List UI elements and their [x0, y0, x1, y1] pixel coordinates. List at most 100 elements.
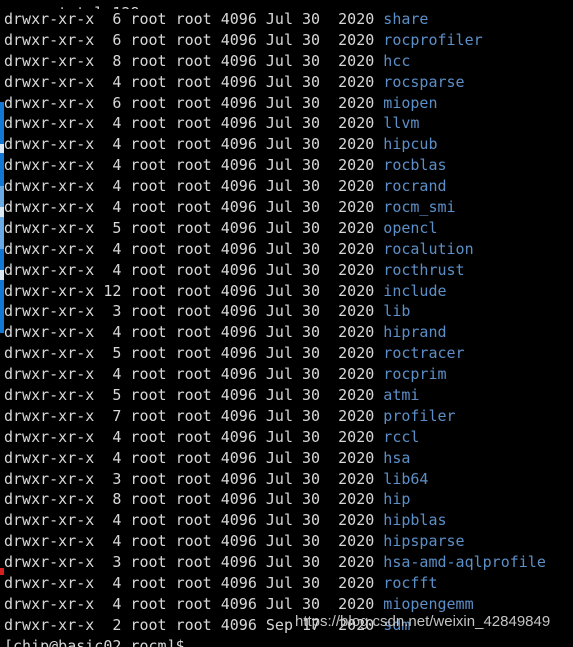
directory-name[interactable]: rocrand: [383, 177, 446, 195]
directory-name[interactable]: rccl: [383, 428, 419, 446]
file-list-row[interactable]: drwxr-xr-x 4 root root 4096 Jul 30 2020 …: [4, 260, 573, 281]
file-list-row[interactable]: drwxr-xr-x 4 root root 4096 Jul 30 2020 …: [4, 510, 573, 531]
file-metadata: drwxr-xr-x 3 root root 4096 Jul 30 2020: [4, 469, 384, 488]
shell-prompt-line[interactable]: [chip@basic02 rocm]$: [4, 636, 573, 647]
file-list-row[interactable]: drwxr-xr-x 8 root root 4096 Jul 30 2020 …: [4, 489, 573, 510]
gutter-mark[interactable]: [0, 102, 4, 123]
file-metadata: drwxr-xr-x 5 root root 4096 Jul 30 2020: [4, 218, 384, 237]
gutter-mark[interactable]: [0, 312, 4, 333]
file-metadata: drwxr-xr-x 6 root root 4096 Jul 30 2020: [4, 93, 384, 112]
terminal-output: total 128 drwxr-xr-x 6 root root 4096 Ju…: [4, 0, 573, 647]
file-list-row[interactable]: drwxr-xr-x 5 root root 4096 Jul 30 2020 …: [4, 218, 573, 239]
directory-name[interactable]: opencl: [383, 219, 437, 237]
directory-name[interactable]: hsa-amd-aqlprofile: [383, 553, 546, 571]
directory-name[interactable]: rocsparse: [383, 73, 464, 91]
file-list-row[interactable]: drwxr-xr-x 4 root root 4096 Jul 30 2020 …: [4, 364, 573, 385]
gutter-mark[interactable]: [0, 270, 4, 280]
directory-name[interactable]: rocblas: [383, 156, 446, 174]
file-list-row[interactable]: drwxr-xr-x 4 root root 4096 Jul 30 2020 …: [4, 239, 573, 260]
file-metadata: drwxr-xr-x 4 root root 4096 Jul 30 2020: [4, 427, 384, 446]
file-list-row[interactable]: drwxr-xr-x 4 root root 4096 Jul 30 2020 …: [4, 155, 573, 176]
file-list-row[interactable]: drwxr-xr-x 4 root root 4096 Jul 30 2020 …: [4, 322, 573, 343]
file-metadata: drwxr-xr-x 4 root root 4096 Jul 30 2020: [4, 448, 384, 467]
directory-name[interactable]: llvm: [383, 114, 419, 132]
file-list-row[interactable]: drwxr-xr-x 4 root root 4096 Jul 30 2020 …: [4, 134, 573, 155]
file-list-row[interactable]: drwxr-xr-x 4 root root 4096 Jul 30 2020 …: [4, 427, 573, 448]
file-list-row[interactable]: drwxr-xr-x 6 root root 4096 Jul 30 2020 …: [4, 9, 573, 30]
gutter-mark[interactable]: [0, 144, 4, 153]
file-metadata: drwxr-xr-x 4 root root 4096 Jul 30 2020: [4, 511, 384, 530]
file-list-row[interactable]: drwxr-xr-x 4 root root 4096 Jul 30 2020 …: [4, 594, 573, 615]
file-metadata: drwxr-xr-x 8 root root 4096 Jul 30 2020: [4, 490, 384, 509]
gutter-mark[interactable]: [0, 217, 4, 228]
file-metadata: drwxr-xr-x 4 root root 4096 Jul 30 2020: [4, 114, 384, 133]
gutter-mark[interactable]: [0, 123, 4, 144]
directory-name[interactable]: roctracer: [383, 344, 464, 362]
file-list-row[interactable]: drwxr-xr-x 12 root root 4096 Jul 30 2020…: [4, 281, 573, 302]
directory-name[interactable]: hipblas: [383, 511, 446, 529]
gutter-mark[interactable]: [0, 153, 4, 165]
directory-name[interactable]: share: [383, 10, 428, 28]
file-list-row[interactable]: drwxr-xr-x 4 root root 4096 Jul 30 2020 …: [4, 531, 573, 552]
file-list-row[interactable]: drwxr-xr-x 5 root root 4096 Jul 30 2020 …: [4, 385, 573, 406]
directory-name[interactable]: lib64: [383, 470, 428, 488]
directory-name[interactable]: miopengemm: [383, 595, 473, 613]
file-list-row[interactable]: drwxr-xr-x 3 root root 4096 Jul 30 2020 …: [4, 469, 573, 490]
directory-name[interactable]: hipsparse: [383, 532, 464, 550]
file-list-row[interactable]: drwxr-xr-x 4 root root 4096 Jul 30 2020 …: [4, 448, 573, 469]
file-list-row[interactable]: drwxr-xr-x 4 root root 4096 Jul 30 2020 …: [4, 573, 573, 594]
file-metadata: drwxr-xr-x 3 root root 4096 Jul 30 2020: [4, 302, 384, 321]
directory-name[interactable]: rocalution: [383, 240, 473, 258]
file-metadata: drwxr-xr-x 6 root root 4096 Jul 30 2020: [4, 30, 384, 49]
file-metadata: drwxr-xr-x 8 root root 4096 Jul 30 2020: [4, 51, 384, 70]
terminal-window[interactable]: total 128 drwxr-xr-x 6 root root 4096 Ju…: [0, 0, 573, 647]
file-metadata: drwxr-xr-x 5 root root 4096 Jul 30 2020: [4, 344, 384, 363]
gutter-mark[interactable]: [0, 291, 4, 312]
directory-name[interactable]: hcc: [383, 52, 410, 70]
gutter-mark[interactable]: [0, 186, 4, 207]
file-metadata: drwxr-xr-x 5 root root 4096 Jul 30 2020: [4, 386, 384, 405]
file-list-row[interactable]: drwxr-xr-x 4 root root 4096 Jul 30 2020 …: [4, 197, 573, 218]
gutter-mark[interactable]: [0, 207, 4, 217]
directory-name[interactable]: rocthrust: [383, 261, 464, 279]
directory-name[interactable]: hiprand: [383, 323, 446, 341]
gutter-mark[interactable]: [0, 280, 4, 291]
file-list-row[interactable]: drwxr-xr-x 4 root root 4096 Jul 30 2020 …: [4, 176, 573, 197]
directory-name[interactable]: miopen: [383, 94, 437, 112]
directory-name[interactable]: rocprofiler: [383, 31, 482, 49]
shell-prompt-text: [chip@basic02 rocm]$: [4, 636, 185, 647]
gutter-marker-strip[interactable]: [0, 0, 4, 647]
file-list-row[interactable]: drwxr-xr-x 6 root root 4096 Jul 30 2020 …: [4, 93, 573, 114]
file-metadata: drwxr-xr-x 4 root root 4096 Jul 30 2020: [4, 594, 384, 613]
gutter-mark[interactable]: [0, 249, 4, 270]
directory-name[interactable]: rocfft: [383, 574, 437, 592]
file-list-row[interactable]: drwxr-xr-x 8 root root 4096 Jul 30 2020 …: [4, 51, 573, 72]
file-metadata: drwxr-xr-x 3 root root 4096 Jul 30 2020: [4, 553, 384, 572]
gutter-mark[interactable]: [0, 568, 4, 575]
file-list-row[interactable]: drwxr-xr-x 3 root root 4096 Jul 30 2020 …: [4, 552, 573, 573]
directory-name[interactable]: lib: [383, 302, 410, 320]
file-metadata: drwxr-xr-x 4 root root 4096 Jul 30 2020: [4, 239, 384, 258]
gutter-mark[interactable]: [0, 165, 4, 186]
directory-name[interactable]: hipcub: [383, 135, 437, 153]
file-list-row[interactable]: drwxr-xr-x 6 root root 4096 Jul 30 2020 …: [4, 30, 573, 51]
directory-name[interactable]: include: [383, 282, 446, 300]
directory-name[interactable]: rocprim: [383, 365, 446, 383]
directory-name[interactable]: profiler: [383, 407, 455, 425]
gutter-mark[interactable]: [0, 228, 4, 249]
file-list-row[interactable]: drwxr-xr-x 4 root root 4096 Jul 30 2020 …: [4, 72, 573, 93]
file-metadata: drwxr-xr-x 7 root root 4096 Jul 30 2020: [4, 406, 384, 425]
file-list-row[interactable]: drwxr-xr-x 3 root root 4096 Jul 30 2020 …: [4, 301, 573, 322]
directory-name[interactable]: hsa: [383, 449, 410, 467]
file-metadata: drwxr-xr-x 4 root root 4096 Jul 30 2020: [4, 135, 384, 154]
scrolled-off-total-line: total 128: [4, 0, 573, 10]
file-list-row[interactable]: drwxr-xr-x 5 root root 4096 Jul 30 2020 …: [4, 343, 573, 364]
csdn-watermark: https://blog.csdn.net/weixin_42849849: [295, 613, 551, 630]
file-list-row[interactable]: drwxr-xr-x 4 root root 4096 Jul 30 2020 …: [4, 113, 573, 134]
directory-name[interactable]: hip: [383, 490, 410, 508]
file-metadata: drwxr-xr-x 4 root root 4096 Jul 30 2020: [4, 177, 384, 196]
file-metadata: drwxr-xr-x 4 root root 4096 Jul 30 2020: [4, 365, 384, 384]
directory-name[interactable]: atmi: [383, 386, 419, 404]
directory-name[interactable]: rocm_smi: [383, 198, 455, 216]
file-list-row[interactable]: drwxr-xr-x 7 root root 4096 Jul 30 2020 …: [4, 406, 573, 427]
